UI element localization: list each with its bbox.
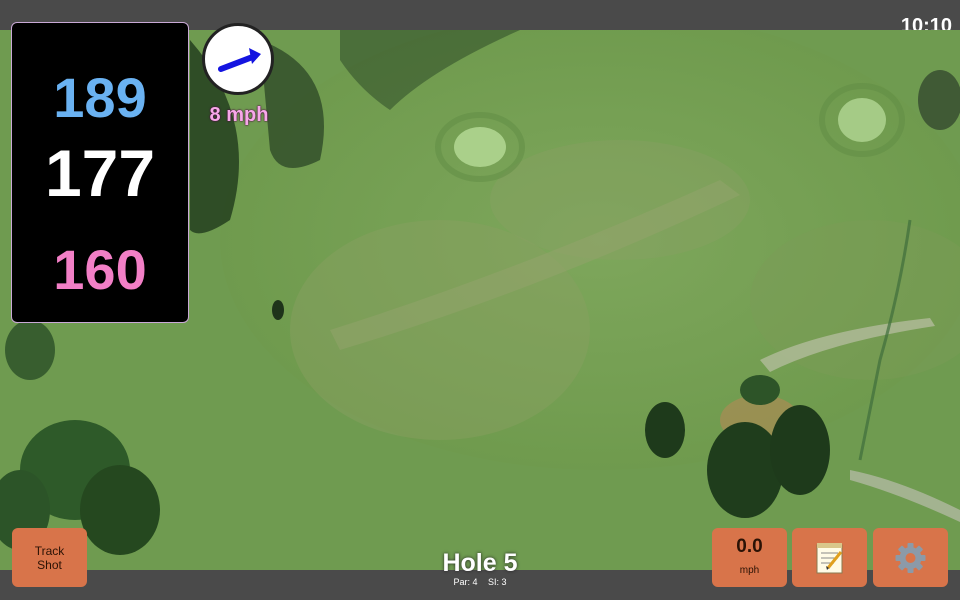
- wind-indicator: [202, 23, 274, 95]
- settings-button[interactable]: [873, 528, 948, 587]
- par-label: Par: 4: [453, 577, 478, 587]
- yardage-panel: 189 177 160: [11, 22, 189, 323]
- track-shot-label-line1: Track: [34, 544, 65, 558]
- speed-value: 0.0: [736, 536, 763, 557]
- front-yardage: 160: [53, 238, 147, 301]
- hole-info: Par: 4 SI: 3: [380, 577, 580, 587]
- middle-yardage: 177: [44, 136, 156, 210]
- back-yardage: 189: [53, 66, 147, 129]
- wind-arrow-icon: [218, 48, 261, 72]
- track-shot-label-line2: Shot: [37, 558, 62, 572]
- gear-icon: [895, 543, 926, 573]
- track-shot-button[interactable]: Track Shot: [12, 528, 87, 587]
- stroke-index-label: SI: 3: [488, 577, 507, 587]
- speed-unit: mph: [739, 565, 760, 576]
- wind-speed-label: 8 mph: [209, 104, 269, 126]
- notes-button[interactable]: [792, 528, 867, 587]
- speed-button[interactable]: 0.0 mph: [712, 528, 787, 587]
- hole-title: Hole 5: [442, 549, 518, 577]
- notepad-icon: [816, 543, 843, 574]
